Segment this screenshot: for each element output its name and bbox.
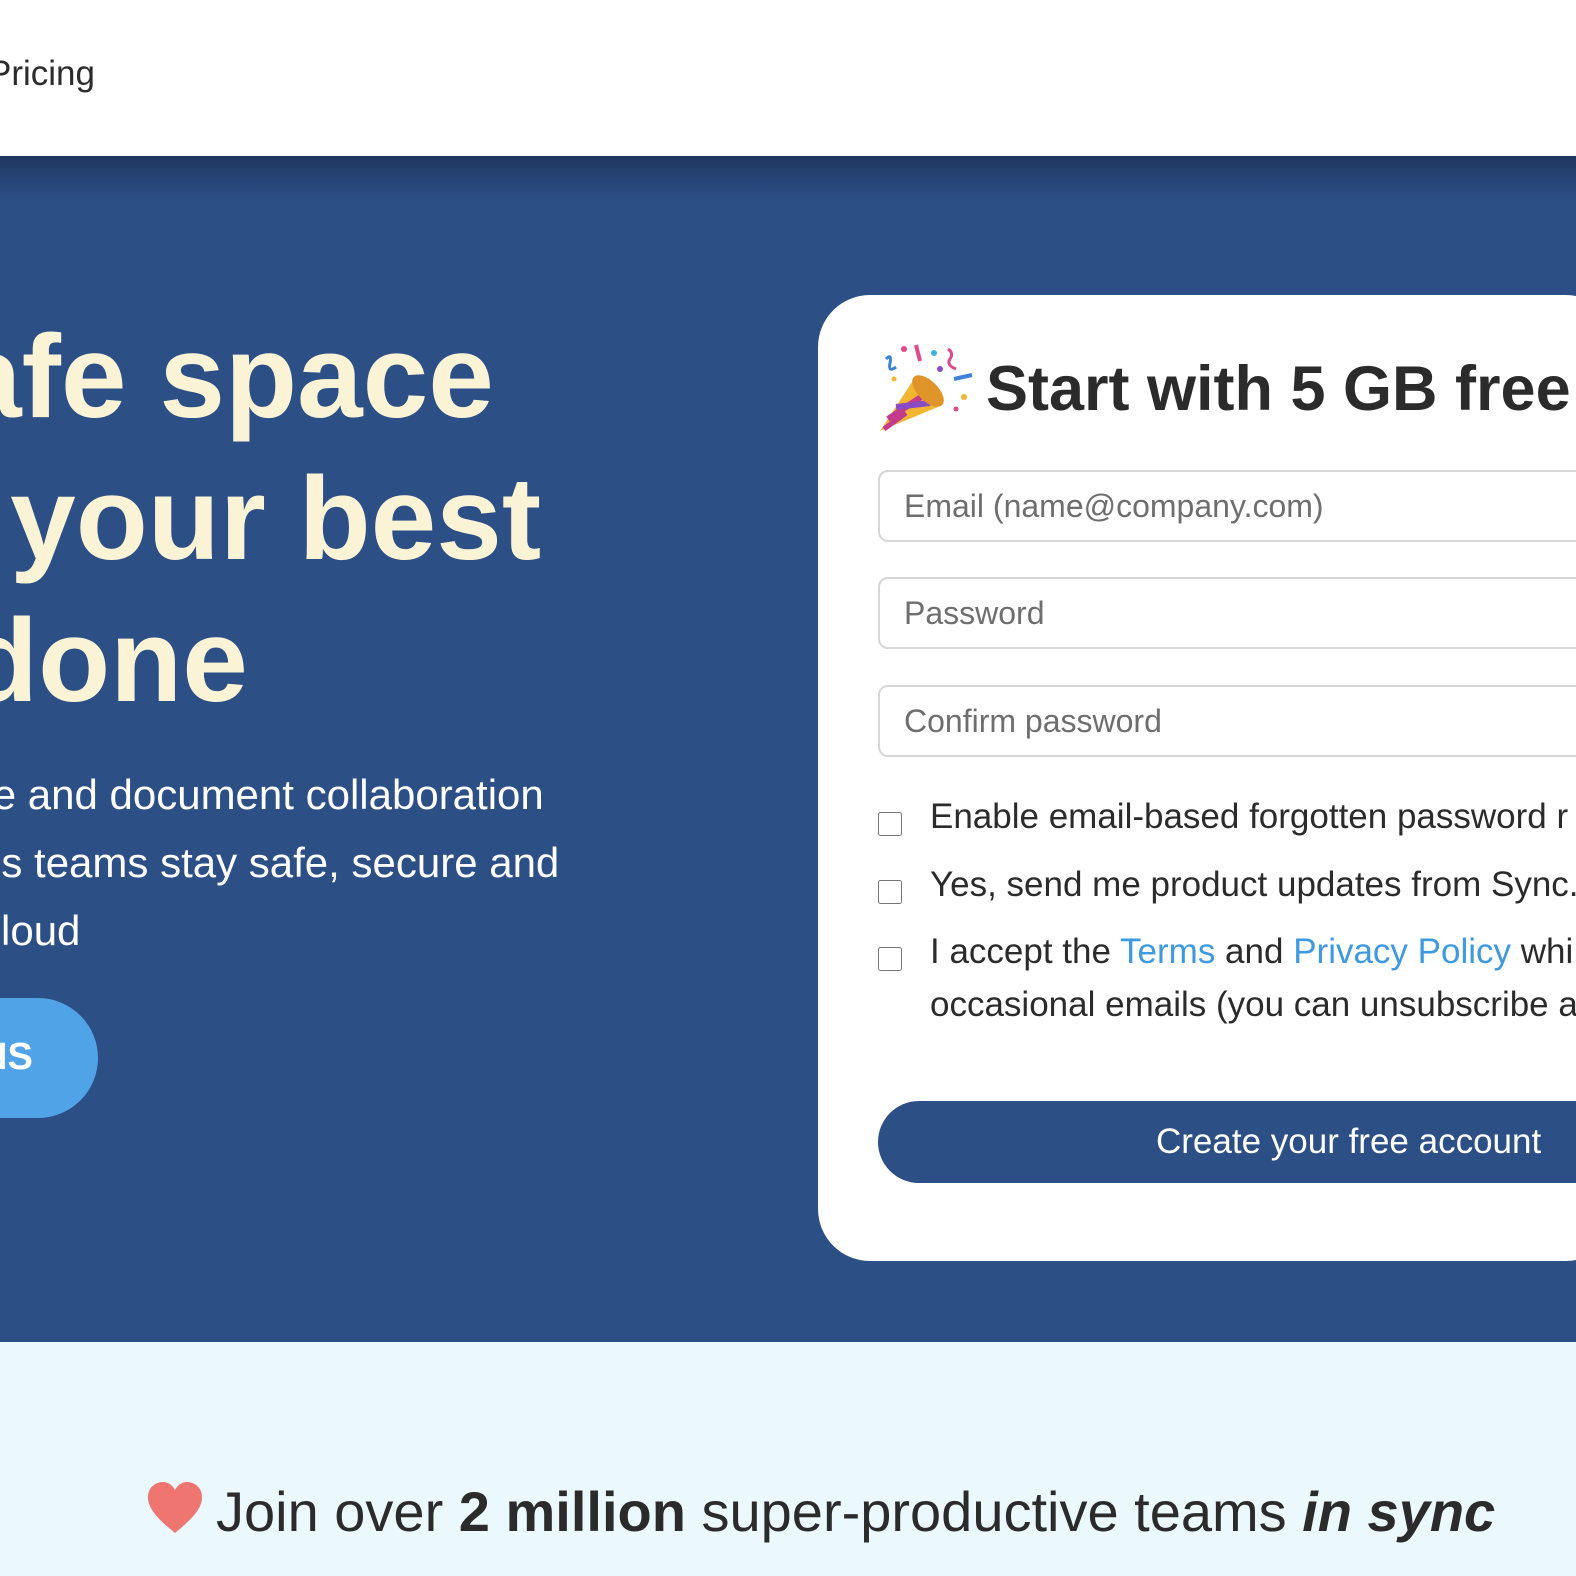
accept-and-text: and [1215,932,1294,971]
social-middle: super-productive teams [685,1480,1303,1543]
headline-line-3: done [0,595,248,727]
top-navigation: Pricing [0,0,1576,156]
email-field[interactable] [878,470,1576,542]
accept-suffix-text: whi [1511,932,1574,971]
headline-line-2: t your best [0,453,542,585]
confirm-password-field[interactable] [878,685,1576,757]
subtext-line-1: age and document collaboration [0,771,544,818]
nav-link-pricing[interactable]: Pricing [0,54,95,94]
product-updates-label: Yes, send me product updates from Sync. [930,865,1576,904]
subtext-line-2: ps teams stay safe, secure and [0,839,560,886]
forgot-password-label: Enable email-based forgotten password r [930,797,1569,836]
accept-prefix-text: I accept the [930,932,1121,971]
headline-line-1: afe space [0,311,494,443]
accept-terms-label: I accept the Terms and Privacy Policy wh… [930,925,1576,1031]
social-highlight: 2 million [458,1480,686,1543]
social-emphasis: in sync [1302,1480,1496,1543]
forgot-password-checkbox[interactable] [878,812,902,836]
privacy-policy-link[interactable]: Privacy Policy [1293,932,1511,971]
product-updates-checkbox[interactable] [878,880,902,904]
hero-plans-button[interactable]: NS [0,998,98,1118]
hero-headline: afe space t your best done [0,306,541,732]
hero-subtext: age and document collaboration ps teams … [0,761,559,965]
hero-plans-button-label: NS [0,1036,33,1078]
create-account-button[interactable]: Create your free account [878,1101,1576,1183]
social-prefix: Join over [216,1480,459,1543]
subtext-line-3: cloud [0,907,81,954]
password-field[interactable] [878,577,1576,649]
accept-terms-checkbox[interactable] [878,947,902,971]
hero-top-shadow [0,156,1576,198]
accept-line-2-text: occasional emails (you can unsubscribe a… [930,985,1576,1024]
terms-link[interactable]: Terms [1120,932,1215,971]
party-popper-icon [880,344,973,432]
signup-title: Start with 5 GB free: [986,354,1576,424]
signup-card: Start with 5 GB free: Enable email-based… [818,295,1576,1261]
hero-section: afe space t your best done age and docum… [0,156,1576,1342]
social-proof-text: Join over 2 million super-productive tea… [216,1480,1495,1544]
heart-icon [148,1482,202,1533]
social-proof-section: Join over 2 million super-productive tea… [0,1342,1576,1576]
